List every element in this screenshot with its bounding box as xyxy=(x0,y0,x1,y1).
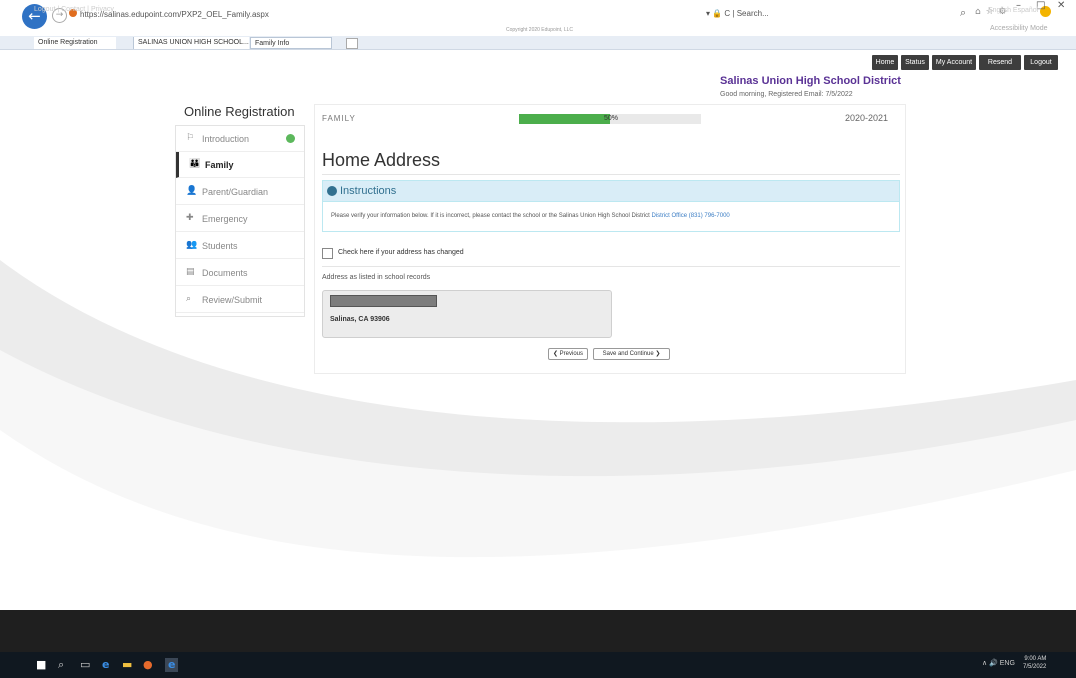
taskbar xyxy=(0,652,1076,678)
sidebar-item-label: Emergency xyxy=(202,214,248,224)
district-name: Salinas Union High School District xyxy=(720,75,901,87)
search-icon[interactable]: ⌕ xyxy=(960,6,966,20)
close-window-button[interactable]: ✕ xyxy=(1057,0,1065,11)
sidebar-item-emergency[interactable]: ✚ Emergency xyxy=(176,206,304,232)
address-changed-checkbox[interactable] xyxy=(322,248,333,259)
sidebar-item-label: Documents xyxy=(202,268,248,278)
sidebar-title: Online Registration xyxy=(184,104,295,119)
instructions-body-text: Please verify your information below. If… xyxy=(331,213,650,219)
address-caption: Address as listed in school records xyxy=(322,274,431,281)
accessibility-mode-link[interactable]: Accessibility Mode xyxy=(990,25,1048,32)
divider xyxy=(322,266,900,267)
tab-family-info[interactable]: Family Info xyxy=(250,37,332,49)
district-office-link[interactable]: District Office (831) 796-7000 xyxy=(652,213,730,219)
chrome-browser-icon[interactable]: ● xyxy=(143,658,153,672)
language-links[interactable]: English Español xyxy=(988,7,1038,14)
edupoint-logo: Edupoint xyxy=(498,3,572,22)
search-icon: ⌕ xyxy=(186,294,192,304)
previous-button[interactable]: ❮ Previous xyxy=(548,348,588,360)
instructions-text: Please verify your information below. If… xyxy=(331,213,730,219)
flag-icon: ⚐ xyxy=(186,133,195,143)
home-link[interactable]: Home xyxy=(872,55,898,70)
address-city: Salinas, CA 93906 xyxy=(330,316,390,323)
footer-links[interactable]: Logout | Contact | Privacy xyxy=(34,6,114,13)
page-footer xyxy=(0,610,1076,652)
resend-email-link[interactable]: Resend Email xyxy=(979,55,1021,81)
divider xyxy=(322,174,900,175)
address-card: Salinas, CA 93906 xyxy=(322,290,612,338)
family-icon: 👪 xyxy=(189,159,201,169)
taskbar-clock[interactable]: 9:00 AM 7/5/2022 xyxy=(1023,655,1046,671)
windows-start-icon[interactable]: ■ xyxy=(36,658,46,672)
tab-district[interactable]: SALINAS UNION HIGH SCHOOL... xyxy=(133,37,249,49)
progress-bar-fill xyxy=(519,114,610,124)
page-title: Home Address xyxy=(322,150,441,170)
person-icon: 👤 xyxy=(186,186,198,196)
file-explorer-icon[interactable]: ▬ xyxy=(122,658,132,672)
save-continue-button[interactable]: Save and Continue ❯ xyxy=(593,348,670,360)
sidebar-item-introduction[interactable]: ⚐ Introduction xyxy=(176,126,304,152)
system-tray[interactable]: ∧ 🔊 ENG xyxy=(982,659,1015,667)
sidebar-item-parent-guardian[interactable]: 👤 Parent/Guardian xyxy=(176,179,304,205)
sidebar-item-documents[interactable]: ▤ Documents xyxy=(176,260,304,286)
tab-online-registration[interactable]: Online Registration xyxy=(34,37,116,49)
documents-icon: ▤ xyxy=(186,267,195,277)
address-changed-label: Check here if your address has changed xyxy=(338,249,464,256)
sidebar-item-review-submit[interactable]: ⌕ Review/Submit xyxy=(176,287,304,313)
new-tab-button[interactable] xyxy=(346,38,358,49)
sidebar-item-label: Students xyxy=(202,241,238,251)
instructions-body: Please verify your information below. If… xyxy=(322,202,900,232)
step-label: FAMILY xyxy=(322,114,356,123)
progress-percent: 50% xyxy=(604,115,619,122)
info-icon xyxy=(327,186,337,196)
school-year: 2020-2021 xyxy=(845,113,889,123)
sidebar-item-family[interactable]: 👪 Family xyxy=(176,152,304,178)
logout-link[interactable]: Logout xyxy=(1024,55,1058,70)
clock-time: 9:00 AM xyxy=(1024,656,1047,662)
status-link[interactable]: Status xyxy=(901,55,929,70)
sidebar-item-label: Parent/Guardian xyxy=(202,187,269,197)
clock-date: 7/5/2022 xyxy=(1023,664,1047,670)
sidebar-item-label: Review/Submit xyxy=(202,295,263,305)
internet-explorer-icon[interactable]: e xyxy=(165,658,179,672)
sidebar-item-label: Introduction xyxy=(202,134,250,144)
redacted-address-block xyxy=(330,295,437,307)
footer-copyright: Copyright 2020 Edupoint, LLC xyxy=(506,27,573,33)
edge-browser-icon[interactable]: e xyxy=(102,658,109,672)
students-icon: 👥 xyxy=(186,240,198,250)
task-view-icon[interactable]: ▭ xyxy=(80,658,90,672)
complete-check-icon xyxy=(286,134,295,143)
search-icon[interactable]: ⌕ xyxy=(58,658,64,672)
emergency-icon: ✚ xyxy=(186,213,194,223)
my-account-link[interactable]: My Account xyxy=(932,55,976,70)
sidebar: ⚐ Introduction 👪 Family 👤 Parent/Guardia… xyxy=(175,125,305,317)
sidebar-item-label: Family xyxy=(205,160,234,170)
instructions-header[interactable]: Instructions xyxy=(322,180,900,202)
sidebar-item-students[interactable]: 👥 Students xyxy=(176,233,304,259)
browser-search-input[interactable]: ▾ 🔒 C | Search... xyxy=(706,9,769,18)
instructions-title: Instructions xyxy=(340,185,397,197)
district-subtitle: Good morning, Registered Email: 7/5/2022 xyxy=(720,91,853,98)
